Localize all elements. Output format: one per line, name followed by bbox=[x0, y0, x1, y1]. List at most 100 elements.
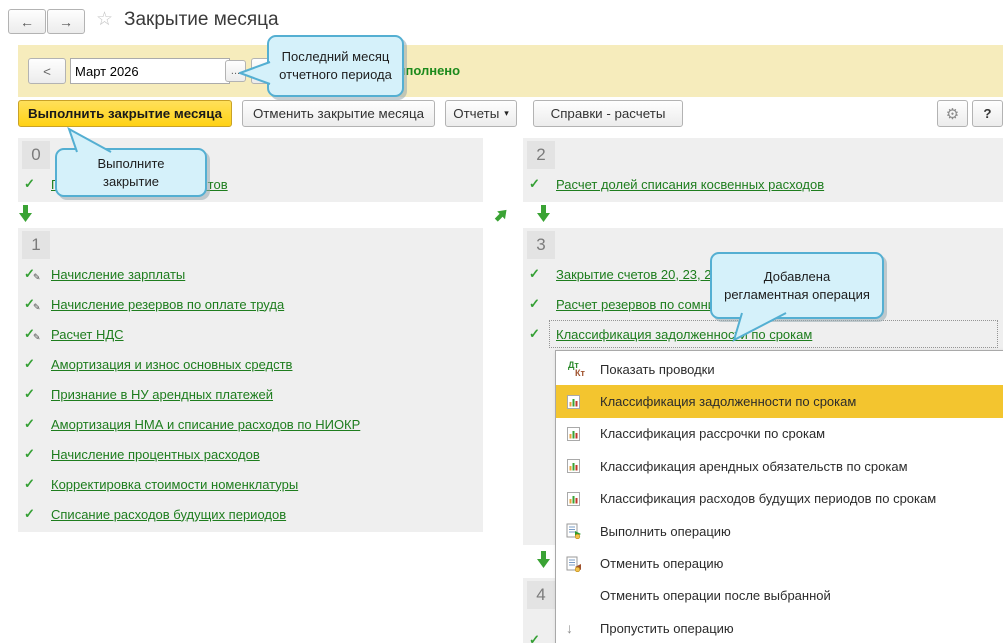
check-icon: ✓ bbox=[24, 446, 43, 462]
menu-item-show-postings[interactable]: ДтКт Показать проводки bbox=[556, 353, 1003, 385]
section-4-number: 4 bbox=[527, 581, 555, 609]
section-2: 2 ✓ Расчет долей списания косвенных расх… bbox=[523, 138, 1003, 202]
menu-item-cancel-operation[interactable]: Отменить операцию bbox=[556, 547, 1003, 579]
callout-text: отчетного периода bbox=[279, 66, 392, 84]
menu-item-label: Классификация задолженности по срокам bbox=[600, 394, 856, 409]
check-icon: ✓ bbox=[24, 176, 43, 192]
help-button[interactable]: ? bbox=[972, 100, 1003, 127]
menu-item-label: Показать проводки bbox=[600, 362, 715, 377]
menu-item-skip-operation[interactable]: ↓ Пропустить операцию bbox=[556, 612, 1003, 643]
section-1: 1 ✓✎ Начисление зарплаты ✓✎ Начисление р… bbox=[18, 228, 483, 532]
operation-row: ✓✎ Начисление резервов по оплате труда bbox=[18, 289, 483, 319]
check-icon: ✓ bbox=[24, 506, 43, 522]
callout-tail-left bbox=[239, 61, 271, 85]
no-icon bbox=[566, 587, 588, 605]
page-title: Закрытие месяца bbox=[124, 9, 279, 31]
check-icon: ✓ bbox=[24, 476, 43, 492]
diagonal-up-right-arrow-icon bbox=[494, 206, 511, 223]
favorite-star-icon[interactable]: ☆ bbox=[96, 8, 113, 31]
callout-text: Выполните bbox=[97, 155, 164, 173]
gear-icon[interactable]: ⚙ bbox=[937, 100, 968, 127]
operation-row: ✓ Расчет долей списания косвенных расход… bbox=[523, 169, 1003, 199]
section-0-number: 0 bbox=[22, 141, 50, 169]
back-button[interactable]: ← bbox=[8, 9, 46, 34]
menu-item-label: Пропустить операцию bbox=[600, 621, 734, 636]
check-icon: ✓ bbox=[529, 326, 548, 342]
operation-link[interactable]: Амортизация и износ основных средств bbox=[51, 357, 292, 372]
callout-tail-down bbox=[724, 311, 794, 343]
callout-text: регламентная операция bbox=[724, 286, 870, 304]
operation-row: ✓ Признание в НУ арендных платежей bbox=[18, 379, 483, 409]
reports-menu-button[interactable]: Отчеты ▾ bbox=[445, 100, 517, 127]
reports-label: Отчеты bbox=[453, 106, 499, 121]
operation-link[interactable]: Корректировка стоимости номенклатуры bbox=[51, 477, 298, 492]
operation-row: ✓✎ Расчет НДС bbox=[18, 319, 483, 349]
operation-link[interactable]: Амортизация НМА и списание расходов по Н… bbox=[51, 417, 360, 432]
perform-closing-button[interactable]: Выполнить закрытие месяца bbox=[18, 100, 232, 127]
context-menu: ДтКт Показать проводки Классификация зад… bbox=[555, 350, 1003, 643]
menu-item-label: Выполнить операцию bbox=[600, 524, 731, 539]
references-calculations-button[interactable]: Справки - расчеты bbox=[533, 100, 683, 127]
menu-item-debt-classification[interactable]: Классификация задолженности по срокам bbox=[556, 385, 1003, 417]
callout-added: Добавлена регламентная операция bbox=[710, 252, 884, 319]
report-icon bbox=[566, 490, 588, 508]
menu-item-lease-classification[interactable]: Классификация арендных обязательств по с… bbox=[556, 450, 1003, 482]
down-arrow-icon bbox=[536, 205, 551, 223]
skip-arrow-icon: ↓ bbox=[566, 619, 588, 637]
forward-button[interactable]: → bbox=[47, 9, 85, 34]
menu-item-label: Отменить операцию bbox=[600, 556, 723, 571]
perform-operation-icon bbox=[566, 522, 588, 540]
check-icon: ✓ bbox=[529, 296, 548, 312]
menu-item-installment-classification[interactable]: Классификация рассрочки по срокам bbox=[556, 418, 1003, 450]
section-3-number: 3 bbox=[527, 231, 555, 259]
report-icon bbox=[566, 457, 588, 475]
check-icon: ✓ bbox=[24, 416, 43, 432]
report-icon bbox=[566, 393, 588, 411]
menu-item-cancel-operations-after[interactable]: Отменить операции после выбранной bbox=[556, 580, 1003, 612]
section-1-number: 1 bbox=[22, 231, 50, 259]
down-arrow-icon bbox=[18, 205, 33, 223]
month-closing-window: ← → ☆ Закрытие месяца < ... > Выполнено … bbox=[0, 0, 1003, 643]
callout-text: Последний месяц bbox=[282, 48, 390, 66]
operation-link[interactable]: Расчет НДС bbox=[51, 327, 124, 342]
month-input[interactable] bbox=[70, 58, 230, 84]
operation-row: ✓ Корректировка стоимости номенклатуры bbox=[18, 469, 483, 499]
callout-text: Добавлена bbox=[764, 268, 830, 286]
operation-link[interactable]: Списание расходов будущих периодов bbox=[51, 507, 286, 522]
menu-item-label: Классификация расходов будущих периодов … bbox=[600, 491, 936, 506]
menu-item-label: Классификация арендных обязательств по с… bbox=[600, 459, 908, 474]
check-icon: ✓ bbox=[24, 386, 43, 402]
posting-dtkt-icon: ДтКт bbox=[566, 360, 588, 378]
menu-item-label: Классификация рассрочки по срокам bbox=[600, 426, 825, 441]
callout-perform: Выполните закрытие bbox=[55, 148, 207, 197]
operation-row: ✓ Начисление процентных расходов bbox=[18, 439, 483, 469]
period-bar: < ... > Выполнено bbox=[18, 45, 1003, 97]
section-2-number: 2 bbox=[527, 141, 555, 169]
previous-month-button[interactable]: < bbox=[28, 58, 66, 84]
operation-row: ✓ Амортизация и износ основных средств bbox=[18, 349, 483, 379]
operation-link[interactable]: Расчет долей списания косвенных расходов bbox=[556, 177, 824, 192]
check-icon: ✓ bbox=[529, 266, 548, 282]
check-icon: ✓ bbox=[529, 632, 548, 643]
check-edited-icon: ✓✎ bbox=[24, 266, 43, 282]
down-arrow-icon bbox=[536, 551, 551, 569]
operation-row: ✓ Списание расходов будущих периодов bbox=[18, 499, 483, 529]
menu-item-label: Отменить операции после выбранной bbox=[600, 588, 831, 603]
callout-text: закрытие bbox=[103, 173, 159, 191]
cancel-closing-button[interactable]: Отменить закрытие месяца bbox=[242, 100, 435, 127]
operation-link[interactable]: Начисление резервов по оплате труда bbox=[51, 297, 284, 312]
operation-row: ✓✎ Начисление зарплаты bbox=[18, 259, 483, 289]
menu-item-perform-operation[interactable]: Выполнить операцию bbox=[556, 515, 1003, 547]
menu-item-deferred-expenses-classification[interactable]: Классификация расходов будущих периодов … bbox=[556, 483, 1003, 515]
operation-link[interactable]: Начисление зарплаты bbox=[51, 267, 185, 282]
check-icon: ✓ bbox=[529, 176, 548, 192]
cancel-operation-icon bbox=[566, 555, 588, 573]
callout-period: Последний месяц отчетного периода bbox=[267, 35, 404, 97]
check-edited-icon: ✓✎ bbox=[24, 326, 43, 342]
callout-tail-up bbox=[57, 127, 117, 153]
operation-link[interactable]: Начисление процентных расходов bbox=[51, 447, 260, 462]
operation-link[interactable]: Признание в НУ арендных платежей bbox=[51, 387, 273, 402]
report-icon bbox=[566, 425, 588, 443]
check-icon: ✓ bbox=[24, 356, 43, 372]
check-edited-icon: ✓✎ bbox=[24, 296, 43, 312]
